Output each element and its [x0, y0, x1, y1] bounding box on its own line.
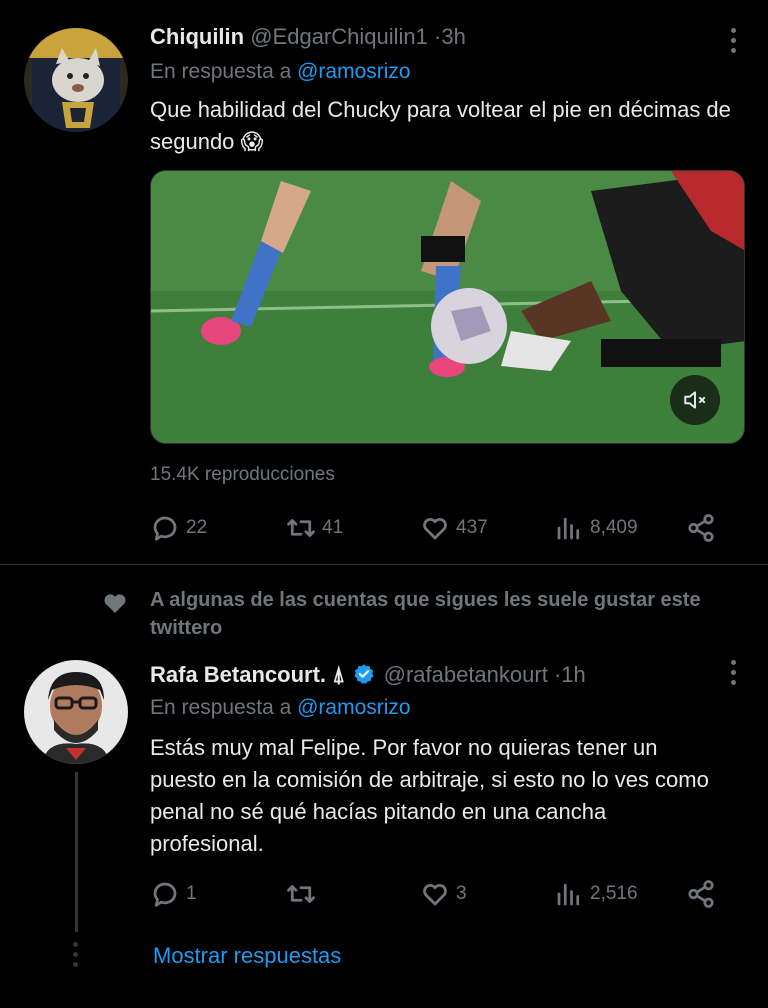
reply-button[interactable]: 1 — [150, 874, 197, 914]
thread-continuation-dots — [73, 942, 78, 967]
tweet-actions: 22 41 437 8,409 — [150, 508, 730, 548]
retweet-icon — [287, 885, 315, 903]
author-name[interactable]: Rafa Betancourt. ⍋ — [150, 662, 345, 687]
verified-badge-icon — [354, 664, 375, 684]
reply-to-link[interactable]: @ramosrizo — [297, 60, 411, 83]
author-name[interactable]: Chiquilin — [150, 24, 244, 49]
retweet-icon — [287, 519, 315, 537]
tweet-actions: 1 3 2,516 — [150, 874, 730, 914]
like-button[interactable]: 437 — [420, 508, 488, 548]
speaker-muted-icon — [684, 391, 706, 409]
reply-prefix: En respuesta a — [150, 696, 292, 719]
tweet-text: Que habilidad del Chucky para voltear el… — [150, 97, 731, 154]
analytics-icon — [557, 517, 580, 540]
views-button[interactable]: 2,516 — [554, 874, 638, 914]
tweet-chiquilin[interactable]: Chiquilin @EdgarChiquilin1 ·3h En respue… — [0, 0, 768, 564]
retweet-button[interactable]: 41 — [286, 508, 343, 548]
share-button[interactable] — [686, 508, 716, 548]
reply-icon — [153, 882, 177, 907]
views-count: 2,516 — [590, 883, 638, 904]
share-button[interactable] — [686, 874, 716, 914]
video-frame — [151, 171, 744, 443]
heart-icon — [423, 884, 447, 906]
heart-filled-icon — [104, 594, 126, 613]
views-count: 8,409 — [590, 517, 638, 538]
reply-button[interactable]: 22 — [150, 508, 207, 548]
timestamp[interactable]: 3h — [441, 24, 465, 49]
timestamp[interactable]: 1h — [561, 662, 585, 687]
avatar[interactable] — [24, 660, 128, 764]
tweet-rafa[interactable]: Rafa Betancourt. ⍋ @rafabetankourt ·1h E… — [0, 650, 768, 1008]
author-handle[interactable]: @EdgarChiquilin1 — [250, 24, 428, 49]
retweet-count: 41 — [322, 517, 344, 538]
tweet-divider — [0, 564, 768, 565]
thread-line — [75, 772, 78, 932]
retweet-button[interactable] — [286, 874, 322, 914]
tweet-header: Rafa Betancourt. ⍋ @rafabetankourt ·1h — [150, 662, 586, 688]
views-button[interactable]: 8,409 — [554, 508, 638, 548]
show-replies-link[interactable]: Mostrar respuestas — [153, 943, 341, 969]
tweet-header: Chiquilin @EdgarChiquilin1 ·3h — [150, 24, 466, 50]
more-options-icon[interactable] — [728, 28, 738, 53]
reply-icon — [153, 516, 177, 541]
reply-prefix: En respuesta a — [150, 60, 292, 83]
share-icon — [688, 514, 714, 542]
reply-count: 1 — [186, 883, 197, 904]
social-context-label: A algunas de las cuentas que sigues les … — [150, 589, 701, 639]
like-count: 437 — [456, 517, 488, 538]
like-count: 3 — [456, 883, 467, 904]
share-icon — [688, 880, 714, 908]
reply-context: En respuesta a @ramosrizo — [150, 696, 411, 720]
reply-to-link[interactable]: @ramosrizo — [297, 696, 411, 719]
reply-context: En respuesta a @ramosrizo — [150, 60, 411, 84]
more-options-icon[interactable] — [728, 660, 738, 685]
analytics-icon — [557, 883, 580, 906]
reply-count: 22 — [186, 517, 208, 538]
tweet-text: Estás muy mal Felipe. Por favor no quier… — [150, 735, 709, 856]
like-button[interactable]: 3 — [420, 874, 467, 914]
mute-toggle-button[interactable] — [670, 375, 720, 425]
author-handle[interactable]: @rafabetankourt — [384, 662, 548, 687]
heart-icon — [423, 518, 447, 540]
view-count: 15.4K reproducciones — [150, 464, 335, 485]
video-player[interactable] — [150, 170, 745, 444]
avatar[interactable] — [24, 28, 128, 132]
